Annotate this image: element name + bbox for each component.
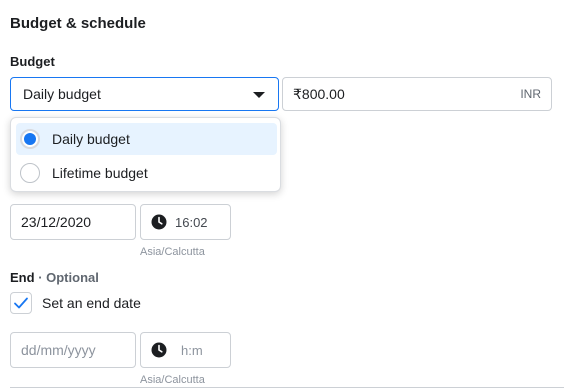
end-time-input[interactable]: h:m	[140, 332, 231, 368]
end-date-checkbox-label[interactable]: Set an end date	[42, 295, 141, 311]
budget-amount-input[interactable]: ₹800.00 INR	[282, 77, 552, 111]
end-date-placeholder: dd/mm/yyyy	[21, 342, 96, 358]
start-date-value: 23/12/2020	[21, 214, 92, 230]
budget-label: Budget	[10, 54, 55, 69]
clock-icon	[151, 342, 167, 358]
start-time-input[interactable]: 16:02	[140, 204, 231, 240]
budget-type-value: Daily budget	[23, 86, 101, 102]
start-timezone-label: Asia/Calcutta	[140, 246, 205, 258]
budget-amount-value: ₹800.00	[293, 85, 345, 102]
caret-down-icon	[253, 92, 265, 98]
option-label: Lifetime budget	[52, 165, 148, 181]
dropdown-option-daily-budget[interactable]: Daily budget	[16, 123, 277, 155]
divider	[10, 387, 564, 388]
end-label: End · Optional	[10, 270, 99, 285]
section-title: Budget & schedule	[10, 15, 146, 32]
budget-type-dropdown: Daily budget Lifetime budget	[10, 117, 281, 192]
currency-label: INR	[520, 87, 541, 101]
budget-type-select[interactable]: Daily budget	[10, 77, 279, 111]
end-date-checkbox[interactable]	[10, 292, 32, 314]
end-time-placeholder: h:m	[181, 342, 203, 358]
end-label-text: End	[10, 270, 35, 285]
clock-icon	[151, 214, 167, 230]
start-date-input[interactable]: 23/12/2020	[10, 204, 136, 240]
end-date-input[interactable]: dd/mm/yyyy	[10, 332, 136, 368]
option-label: Daily budget	[52, 131, 130, 147]
end-optional-label: · Optional	[38, 270, 99, 285]
start-time-value: 16:02	[175, 214, 208, 230]
dropdown-option-lifetime-budget[interactable]: Lifetime budget	[16, 157, 277, 189]
end-timezone-label: Asia/Calcutta	[140, 374, 205, 386]
radio-unselected-icon	[20, 163, 40, 183]
check-icon	[14, 297, 28, 309]
radio-selected-icon	[20, 129, 40, 149]
